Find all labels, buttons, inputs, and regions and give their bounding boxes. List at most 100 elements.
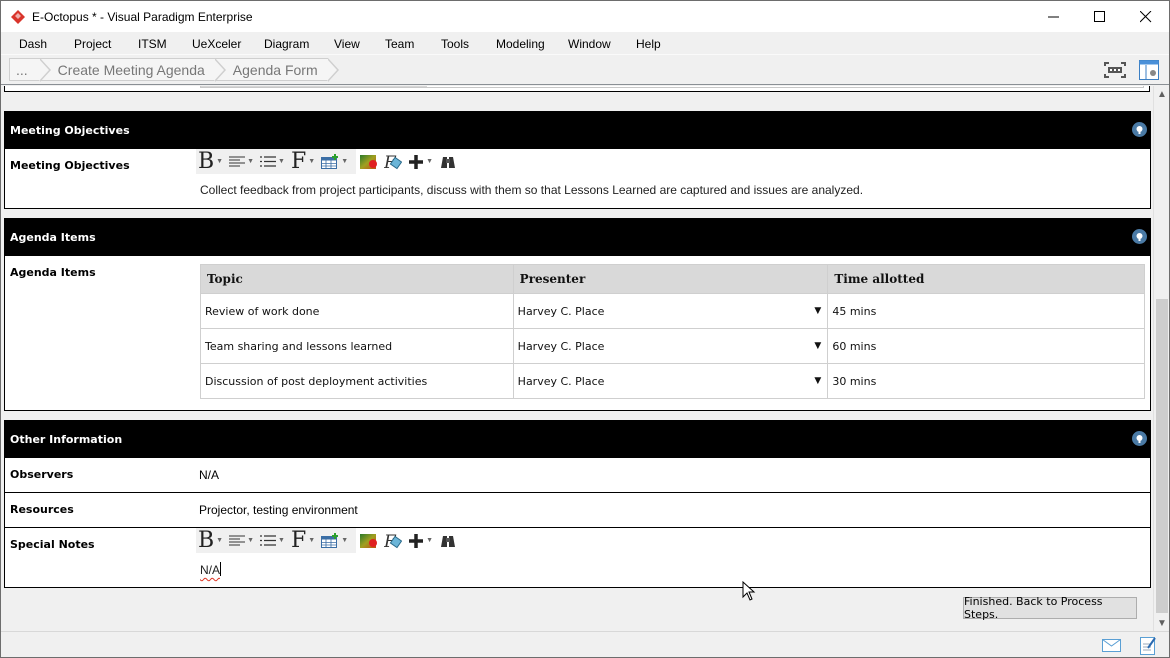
dropdown-arrow-icon[interactable]: ▼: [814, 376, 821, 386]
menu-tools[interactable]: Tools: [441, 37, 469, 51]
form-scroll-area: Meeting Objectives Meeting Objectives B ▼…: [1, 86, 1153, 631]
field-label: Observers: [10, 468, 74, 481]
column-header-time[interactable]: Time allotted: [827, 264, 1145, 294]
app-logo-icon: [11, 9, 25, 24]
table-row: Discussion of post deployment activities…: [200, 363, 1145, 399]
pin-icon[interactable]: [1132, 431, 1147, 446]
special-notes-value: N/A: [200, 563, 221, 577]
column-header-topic[interactable]: Topic: [200, 264, 514, 294]
resources-value[interactable]: Projector, testing environment: [199, 503, 358, 517]
objectives-text[interactable]: Collect feedback from project participan…: [200, 183, 863, 197]
fit-to-screen-button[interactable]: [1103, 59, 1127, 81]
observers-value[interactable]: N/A: [199, 468, 219, 482]
formula-button[interactable]: F: [384, 149, 403, 174]
presenter-value: Harvey C. Place: [517, 374, 605, 388]
add-button[interactable]: ▼: [408, 149, 433, 174]
color-button[interactable]: [360, 528, 378, 553]
list-button[interactable]: ▼: [260, 149, 285, 174]
table-row: Review of work done Harvey C. Place ▼ 45 …: [200, 293, 1145, 329]
layout-panel-button[interactable]: [1137, 59, 1161, 81]
horizontal-scrollbar-thumb[interactable]: [201, 86, 427, 87]
font-icon: F: [290, 148, 307, 174]
find-button[interactable]: [439, 149, 457, 174]
field-label: Special Notes: [10, 538, 95, 551]
presenter-cell[interactable]: Harvey C. Place ▼: [512, 328, 829, 364]
pin-icon[interactable]: [1132, 122, 1147, 137]
bold-icon: B: [198, 527, 215, 553]
maximize-button[interactable]: [1077, 1, 1123, 32]
breadcrumb-item-create-meeting-agenda[interactable]: Create Meeting Agenda: [39, 58, 226, 82]
menu-diagram[interactable]: Diagram: [264, 37, 309, 51]
window-title: E-Octopus * - Visual Paradigm Enterprise: [32, 9, 253, 24]
close-button[interactable]: [1123, 1, 1169, 32]
section-header: Agenda Items: [5, 219, 1150, 255]
align-icon: [229, 535, 246, 545]
find-button[interactable]: [439, 528, 457, 553]
special-notes-input[interactable]: N/A: [200, 562, 222, 577]
field-row-observers: Observers N/A: [5, 457, 1150, 492]
scroll-up-icon[interactable]: ▲: [1154, 86, 1170, 102]
menu-dash[interactable]: Dash: [19, 37, 47, 51]
menu-window[interactable]: Window: [568, 37, 611, 51]
breadcrumb-label: Agenda Form: [232, 61, 318, 78]
topic-cell[interactable]: Discussion of post deployment activities: [200, 363, 514, 399]
menu-view[interactable]: View: [334, 37, 360, 51]
formula-button[interactable]: F: [384, 528, 403, 553]
section-meeting-objectives: Meeting Objectives Meeting Objectives B ▼…: [4, 111, 1151, 209]
pin-icon[interactable]: [1132, 229, 1147, 244]
find-icon: [441, 156, 456, 168]
bold-button[interactable]: B ▼: [198, 528, 223, 553]
horizontal-scrollbar[interactable]: [200, 86, 1144, 88]
font-button[interactable]: F ▼: [291, 528, 315, 553]
field-row-resources: Resources Projector, testing environment: [5, 492, 1150, 527]
list-button[interactable]: ▼: [260, 528, 285, 553]
menu-help[interactable]: Help: [636, 37, 661, 51]
vertical-scrollbar[interactable]: ▲ ▼: [1153, 86, 1169, 631]
mail-icon: [1102, 639, 1121, 652]
align-button[interactable]: ▼: [229, 149, 254, 174]
presenter-cell[interactable]: Harvey C. Place ▼: [512, 293, 829, 329]
time-cell[interactable]: 30 mins: [827, 363, 1145, 399]
mouse-cursor-icon: [742, 581, 756, 601]
finish-button[interactable]: Finished. Back to Process Steps.: [963, 595, 1137, 621]
font-button[interactable]: F ▼: [291, 149, 315, 174]
color-icon: [360, 154, 378, 169]
color-button[interactable]: [360, 149, 378, 174]
time-cell[interactable]: 60 mins: [827, 328, 1145, 364]
scroll-down-icon[interactable]: ▼: [1154, 615, 1170, 631]
menu-team[interactable]: Team: [385, 37, 414, 51]
notes-button[interactable]: [1137, 637, 1159, 655]
menu-modeling[interactable]: Modeling: [496, 37, 545, 51]
dropdown-arrow-icon[interactable]: ▼: [814, 306, 821, 316]
table-button[interactable]: ▼: [321, 528, 348, 553]
topic-cell[interactable]: Team sharing and lessons learned: [200, 328, 514, 364]
minimize-button[interactable]: [1031, 1, 1077, 32]
bold-button[interactable]: B ▼: [198, 149, 223, 174]
menu-itsm[interactable]: ITSM: [138, 37, 167, 51]
vertical-scrollbar-thumb[interactable]: [1156, 299, 1168, 613]
section-title: Other Information: [10, 432, 123, 446]
add-button[interactable]: ▼: [408, 528, 433, 553]
field-label: Resources: [10, 503, 74, 516]
fit-screen-icon: [1104, 62, 1126, 78]
dropdown-arrow-icon[interactable]: ▼: [814, 341, 821, 351]
table-button[interactable]: ▼: [321, 149, 348, 174]
section-title: Agenda Items: [10, 230, 96, 244]
section-other-information: Other Information Observers N/A Resource…: [4, 420, 1151, 588]
formula-icon: F: [384, 532, 403, 550]
time-cell[interactable]: 45 mins: [827, 293, 1145, 329]
list-icon: [260, 534, 277, 546]
presenter-cell[interactable]: Harvey C. Place ▼: [512, 363, 829, 399]
column-header-presenter[interactable]: Presenter: [512, 264, 829, 294]
breadcrumb-item-more[interactable]: ...: [9, 58, 51, 82]
presenter-value: Harvey C. Place: [517, 304, 605, 318]
table-icon: [321, 153, 339, 169]
menu-project[interactable]: Project: [74, 37, 111, 51]
app-window: E-Octopus * - Visual Paradigm Enterprise…: [0, 0, 1170, 658]
align-button[interactable]: ▼: [229, 528, 254, 553]
breadcrumb-item-agenda-form[interactable]: Agenda Form: [214, 58, 339, 82]
text-caret: [220, 562, 222, 576]
mail-button[interactable]: [1101, 637, 1123, 655]
menu-uexceler[interactable]: UeXceler: [192, 37, 241, 51]
topic-cell[interactable]: Review of work done: [200, 293, 514, 329]
